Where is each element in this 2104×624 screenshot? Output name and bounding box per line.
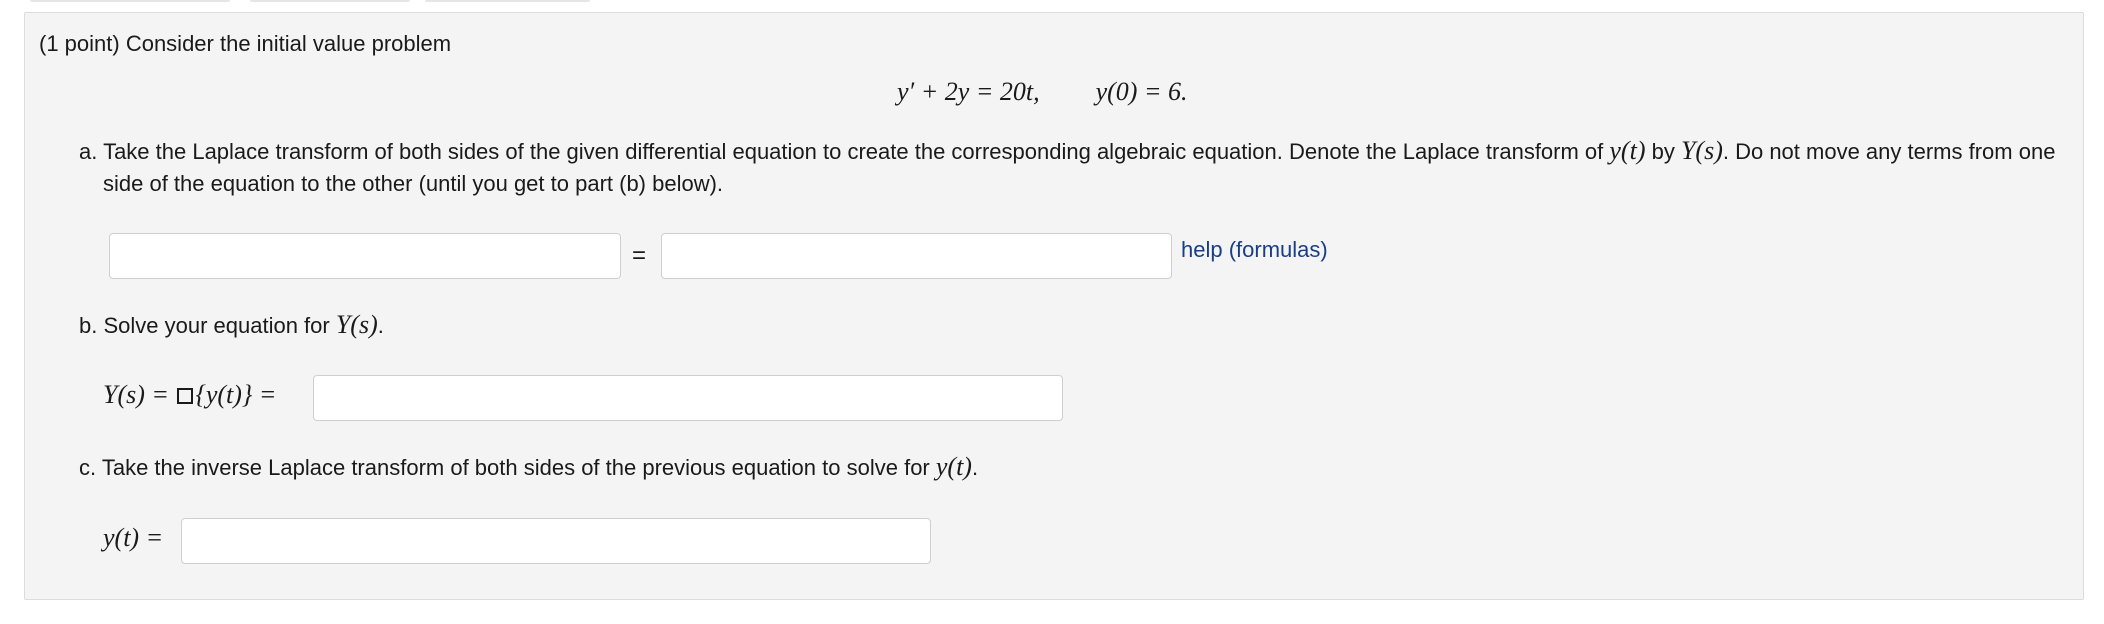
part-b-answer-input[interactable] bbox=[313, 375, 1063, 421]
tab-strip-2 bbox=[250, 0, 410, 2]
part-c-expr: y(t) = bbox=[103, 523, 164, 552]
part-a-instructions: a. Take the Laplace transform of both si… bbox=[79, 135, 2093, 200]
part-a-math-yt: y(t) bbox=[1609, 136, 1646, 165]
part-c-math-yt: y(t) bbox=[935, 452, 972, 481]
ode-equation: y′ + 2y = 20t, bbox=[897, 77, 1040, 106]
part-b-period: . bbox=[377, 313, 384, 338]
part-a-rhs-input[interactable] bbox=[661, 233, 1172, 279]
tab-strip-1 bbox=[30, 0, 230, 2]
tab-strip-3 bbox=[425, 0, 590, 2]
part-b-math-Ys: Y(s) bbox=[335, 310, 378, 339]
problem-intro: (1 point) Consider the initial value pro… bbox=[39, 31, 452, 56]
part-a-math-Ys: Y(s) bbox=[1680, 136, 1723, 165]
part-b-expr-left: Y(s) = bbox=[103, 380, 176, 409]
laplace-operator-box-icon bbox=[177, 388, 194, 404]
part-b-instructions: b. Solve your equation for Y(s). bbox=[79, 309, 384, 342]
ode-display: y′ + 2y = 20t, y(0) = 6. bbox=[897, 77, 1188, 107]
part-b-expression: Y(s) = {y(t)} = bbox=[103, 380, 276, 410]
part-c-answer-input[interactable] bbox=[181, 518, 931, 564]
part-a-lhs-input[interactable] bbox=[109, 233, 621, 279]
part-a-text-2: by bbox=[1645, 139, 1681, 164]
top-tabs bbox=[0, 0, 700, 4]
part-b-expr-right: {y(t)} = bbox=[195, 380, 277, 409]
part-c-instructions: c. Take the inverse Laplace transform of… bbox=[79, 451, 978, 484]
part-a-equals-sign: = bbox=[632, 242, 647, 269]
help-formulas-link[interactable]: help (formulas) bbox=[1181, 237, 1328, 263]
ode-initial-condition: y(0) = 6. bbox=[1095, 77, 1188, 106]
problem-panel: (1 point) Consider the initial value pro… bbox=[24, 12, 2084, 600]
part-b-text: b. Solve your equation for bbox=[79, 313, 336, 338]
part-c-text: c. Take the inverse Laplace transform of… bbox=[79, 455, 936, 480]
part-a-text-1: a. Take the Laplace transform of both si… bbox=[79, 139, 1610, 164]
part-c-expression: y(t) = bbox=[103, 523, 163, 553]
part-c-period: . bbox=[971, 455, 979, 480]
